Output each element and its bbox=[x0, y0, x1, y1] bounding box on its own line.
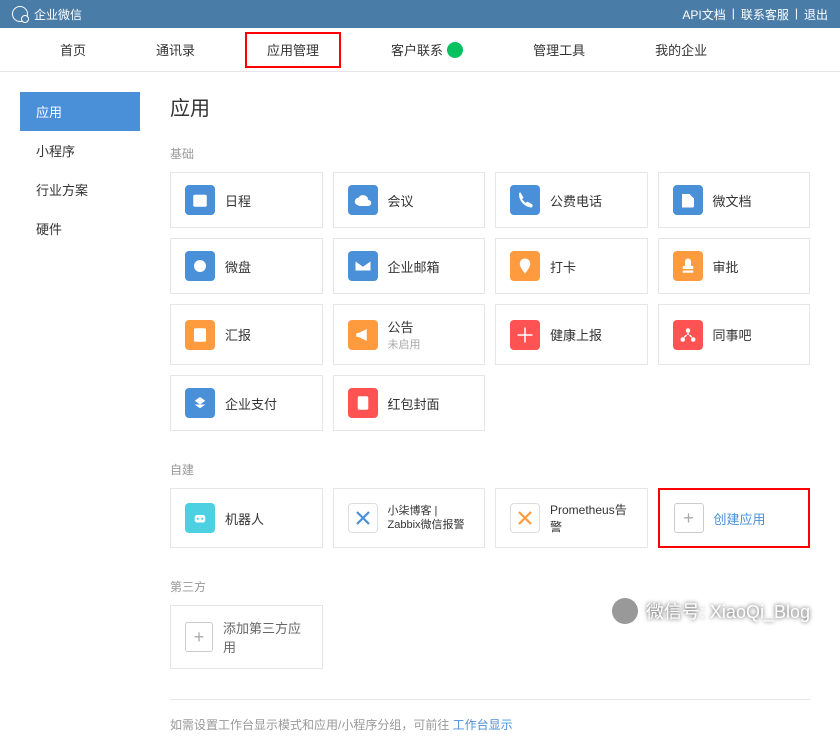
doc-icon bbox=[673, 185, 703, 215]
brand-name: 企业微信 bbox=[34, 6, 82, 23]
pay-icon bbox=[185, 388, 215, 418]
main-nav: 首页 通讯录 应用管理 客户联系 管理工具 我的企业 bbox=[0, 28, 840, 72]
network-icon bbox=[673, 320, 703, 350]
phone-icon bbox=[510, 185, 540, 215]
footer-note: 如需设置工作台显示模式和应用/小程序分组，可前往 工作台显示 bbox=[170, 699, 810, 733]
main-content: 应用 基础 日程 会议 公费电话 微文档 bbox=[140, 72, 840, 753]
app-health[interactable]: 健康上报 bbox=[495, 304, 648, 365]
disk-icon bbox=[185, 251, 215, 281]
app-meeting[interactable]: 会议 bbox=[333, 172, 486, 228]
section-basic: 基础 日程 会议 公费电话 微文档 bbox=[170, 145, 810, 431]
app-announce[interactable]: 公告 未启用 bbox=[333, 304, 486, 365]
section-label-thirdparty: 第三方 bbox=[170, 578, 810, 595]
app-approval[interactable]: 审批 bbox=[658, 238, 811, 294]
app-disk[interactable]: 微盘 bbox=[170, 238, 323, 294]
zabbix-icon bbox=[348, 503, 378, 533]
contact-support-link[interactable]: 联系客服 bbox=[741, 6, 789, 23]
app-colleague[interactable]: 同事吧 bbox=[658, 304, 811, 365]
sidebar: 应用 小程序 行业方案 硬件 bbox=[0, 72, 140, 753]
app-checkin[interactable]: 打卡 bbox=[495, 238, 648, 294]
mail-icon bbox=[348, 251, 378, 281]
prometheus-icon bbox=[510, 503, 540, 533]
redpack-icon bbox=[348, 388, 378, 418]
nav-tools[interactable]: 管理工具 bbox=[533, 28, 585, 72]
section-selfbuilt: 自建 机器人 小柒博客 | Zabbix微信报警 Prometheus告警 + … bbox=[170, 461, 810, 548]
section-label-basic: 基础 bbox=[170, 145, 810, 162]
app-prometheus[interactable]: Prometheus告警 bbox=[495, 488, 648, 548]
app-report[interactable]: 汇报 bbox=[170, 304, 323, 365]
nav-apps[interactable]: 应用管理 bbox=[245, 32, 341, 68]
top-header: 企业微信 API文档 | 联系客服 | 退出 bbox=[0, 0, 840, 28]
calendar-icon bbox=[185, 185, 215, 215]
cloud-icon bbox=[348, 185, 378, 215]
page-title: 应用 bbox=[170, 92, 810, 121]
add-thirdparty-button[interactable]: + 添加第三方应用 bbox=[170, 605, 323, 669]
nav-contacts[interactable]: 通讯录 bbox=[156, 28, 195, 72]
nav-customer[interactable]: 客户联系 bbox=[391, 28, 463, 72]
sidebar-item-app[interactable]: 应用 bbox=[20, 92, 140, 131]
plus-icon: + bbox=[674, 503, 704, 533]
nav-company[interactable]: 我的企业 bbox=[655, 28, 707, 72]
logout-link[interactable]: 退出 bbox=[804, 6, 828, 23]
app-doc[interactable]: 微文档 bbox=[658, 172, 811, 228]
robot-icon bbox=[185, 503, 215, 533]
create-app-button[interactable]: + 创建应用 bbox=[658, 488, 811, 548]
wechat-icon bbox=[447, 42, 463, 58]
app-redpack[interactable]: 红包封面 bbox=[333, 375, 486, 431]
api-docs-link[interactable]: API文档 bbox=[682, 6, 725, 23]
app-mail[interactable]: 企业邮箱 bbox=[333, 238, 486, 294]
app-calendar[interactable]: 日程 bbox=[170, 172, 323, 228]
plus-icon: + bbox=[185, 622, 213, 652]
app-pay[interactable]: 企业支付 bbox=[170, 375, 323, 431]
section-thirdparty: 第三方 + 添加第三方应用 bbox=[170, 578, 810, 669]
app-robot[interactable]: 机器人 bbox=[170, 488, 323, 548]
sidebar-item-hardware[interactable]: 硬件 bbox=[20, 209, 140, 248]
location-icon bbox=[510, 251, 540, 281]
app-zabbix[interactable]: 小柒博客 | Zabbix微信报警 bbox=[333, 488, 486, 548]
sidebar-item-miniprogram[interactable]: 小程序 bbox=[20, 131, 140, 170]
megaphone-icon bbox=[348, 320, 378, 350]
health-icon bbox=[510, 320, 540, 350]
sidebar-item-industry[interactable]: 行业方案 bbox=[20, 170, 140, 209]
stamp-icon bbox=[673, 251, 703, 281]
report-icon bbox=[185, 320, 215, 350]
logo-icon bbox=[12, 6, 28, 22]
workbench-display-link[interactable]: 工作台显示 bbox=[453, 718, 513, 732]
nav-home[interactable]: 首页 bbox=[60, 28, 86, 72]
section-label-selfbuilt: 自建 bbox=[170, 461, 810, 478]
app-phone[interactable]: 公费电话 bbox=[495, 172, 648, 228]
